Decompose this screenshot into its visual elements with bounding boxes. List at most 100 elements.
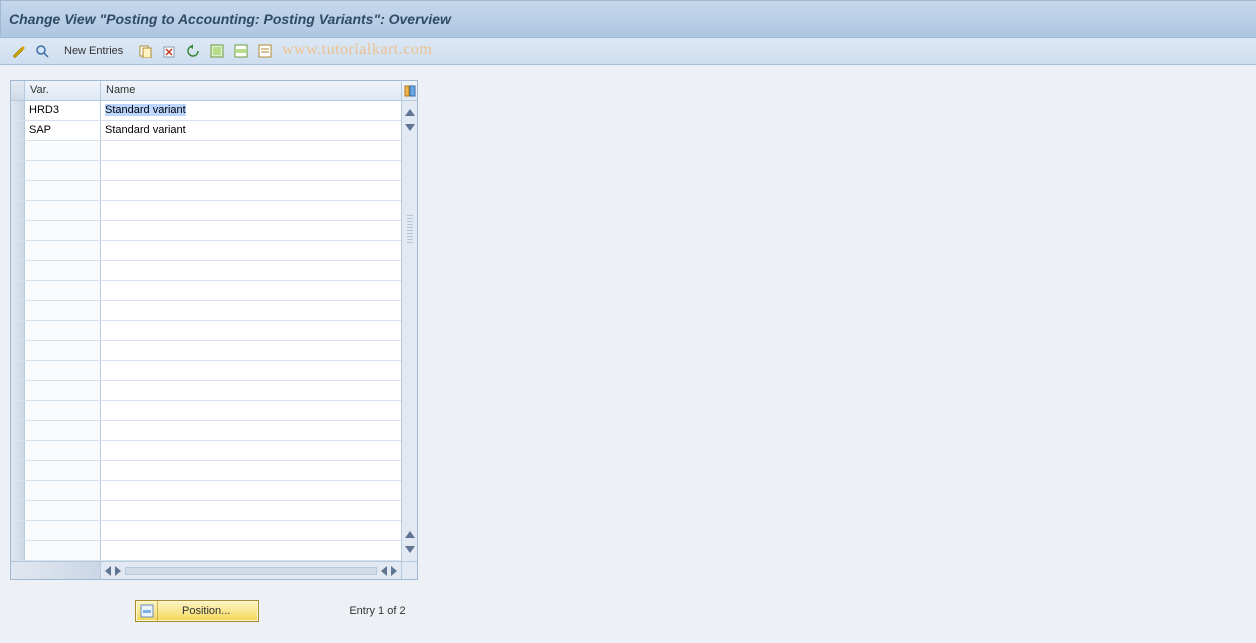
cell-var[interactable]	[25, 341, 101, 360]
cell-var[interactable]: SAP	[25, 121, 101, 140]
table-row-empty[interactable]	[11, 141, 401, 161]
deselect-all-icon[interactable]	[256, 42, 274, 60]
cell-name[interactable]	[101, 481, 401, 500]
row-selector[interactable]	[11, 321, 25, 340]
row-selector[interactable]	[11, 381, 25, 400]
row-selector[interactable]	[11, 421, 25, 440]
scroll-up-icon[interactable]	[405, 109, 415, 116]
table-row-empty[interactable]	[11, 161, 401, 181]
table-row-empty[interactable]	[11, 381, 401, 401]
cell-name[interactable]	[101, 161, 401, 180]
table-row-empty[interactable]	[11, 421, 401, 441]
table-row-empty[interactable]	[11, 401, 401, 421]
row-selector[interactable]	[11, 541, 25, 560]
cell-name[interactable]: Standard variant	[101, 121, 401, 140]
position-button[interactable]: Position...	[135, 600, 259, 622]
table-row-empty[interactable]	[11, 501, 401, 521]
hscroll-track[interactable]	[125, 567, 377, 575]
table-row[interactable]: SAPStandard variant	[11, 121, 401, 141]
table-row-empty[interactable]	[11, 301, 401, 321]
cell-name[interactable]	[101, 401, 401, 420]
scroll-left-end-icon[interactable]	[381, 566, 387, 576]
table-row-empty[interactable]	[11, 461, 401, 481]
row-selector[interactable]	[11, 461, 25, 480]
cell-name[interactable]	[101, 181, 401, 200]
row-selector[interactable]	[11, 481, 25, 500]
cell-name[interactable]	[101, 281, 401, 300]
column-header-name[interactable]: Name	[101, 81, 401, 100]
cell-name[interactable]	[101, 361, 401, 380]
cell-name[interactable]	[101, 421, 401, 440]
column-header-var[interactable]: Var.	[25, 81, 101, 100]
cell-name[interactable]	[101, 501, 401, 520]
cell-name[interactable]	[101, 261, 401, 280]
table-row-empty[interactable]	[11, 181, 401, 201]
vertical-scrollbar[interactable]	[401, 101, 417, 561]
table-settings-button[interactable]	[401, 81, 417, 100]
cell-name[interactable]	[101, 221, 401, 240]
table-row-empty[interactable]	[11, 361, 401, 381]
row-selector[interactable]	[11, 181, 25, 200]
row-selector[interactable]	[11, 341, 25, 360]
row-selector[interactable]	[11, 361, 25, 380]
cell-name[interactable]	[101, 441, 401, 460]
table-row-empty[interactable]	[11, 481, 401, 501]
cell-name[interactable]	[101, 341, 401, 360]
scroll-down-bottom-icon[interactable]	[405, 546, 415, 553]
cell-name[interactable]	[101, 461, 401, 480]
scroll-grip[interactable]	[407, 215, 413, 245]
scroll-up-bottom-icon[interactable]	[405, 531, 415, 538]
cell-var[interactable]	[25, 401, 101, 420]
cell-var[interactable]	[25, 441, 101, 460]
table-row[interactable]: HRD3Standard variant	[11, 101, 401, 121]
cell-var[interactable]	[25, 241, 101, 260]
table-row-empty[interactable]	[11, 201, 401, 221]
row-selector[interactable]	[11, 161, 25, 180]
cell-name[interactable]	[101, 241, 401, 260]
select-all-icon[interactable]	[208, 42, 226, 60]
row-selector[interactable]	[11, 441, 25, 460]
cell-name[interactable]	[101, 521, 401, 540]
row-selector[interactable]	[11, 261, 25, 280]
row-selector[interactable]	[11, 121, 25, 140]
cell-var[interactable]	[25, 421, 101, 440]
cell-var[interactable]	[25, 381, 101, 400]
delete-icon[interactable]	[160, 42, 178, 60]
table-row-empty[interactable]	[11, 221, 401, 241]
cell-name[interactable]	[101, 541, 401, 560]
cell-var[interactable]	[25, 301, 101, 320]
cell-var[interactable]	[25, 261, 101, 280]
scroll-right-icon[interactable]	[115, 566, 121, 576]
row-selector[interactable]	[11, 281, 25, 300]
cell-var[interactable]	[25, 181, 101, 200]
cell-var[interactable]	[25, 141, 101, 160]
cell-var[interactable]	[25, 361, 101, 380]
row-selector[interactable]	[11, 201, 25, 220]
table-row-empty[interactable]	[11, 541, 401, 561]
row-selector[interactable]	[11, 521, 25, 540]
horizontal-scrollbar[interactable]	[11, 561, 417, 579]
toggle-display-change-icon[interactable]	[9, 42, 27, 60]
cell-name[interactable]	[101, 201, 401, 220]
cell-var[interactable]	[25, 221, 101, 240]
row-selector[interactable]	[11, 301, 25, 320]
cell-name[interactable]	[101, 321, 401, 340]
cell-var[interactable]	[25, 321, 101, 340]
copy-as-icon[interactable]	[136, 42, 154, 60]
table-row-empty[interactable]	[11, 241, 401, 261]
row-selector[interactable]	[11, 101, 25, 120]
cell-var[interactable]	[25, 501, 101, 520]
undo-change-icon[interactable]	[184, 42, 202, 60]
cell-name[interactable]	[101, 301, 401, 320]
scroll-left-icon[interactable]	[105, 566, 111, 576]
cell-name[interactable]	[101, 141, 401, 160]
cell-name[interactable]	[101, 381, 401, 400]
table-row-empty[interactable]	[11, 341, 401, 361]
cell-var[interactable]	[25, 201, 101, 220]
row-selector[interactable]	[11, 401, 25, 420]
cell-var[interactable]	[25, 461, 101, 480]
row-selector[interactable]	[11, 501, 25, 520]
cell-var[interactable]	[25, 281, 101, 300]
row-selector[interactable]	[11, 221, 25, 240]
cell-var[interactable]	[25, 161, 101, 180]
